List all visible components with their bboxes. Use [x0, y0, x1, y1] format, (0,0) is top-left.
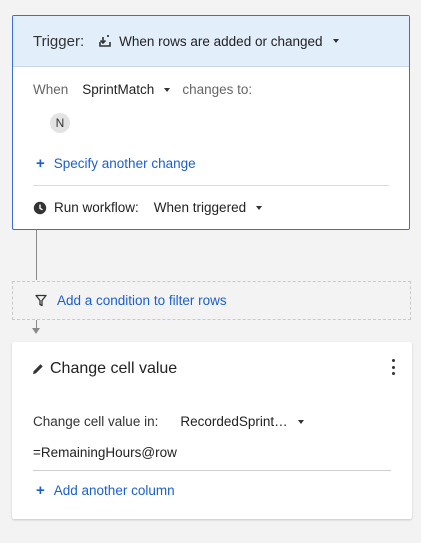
pencil-icon [33, 364, 43, 374]
chevron-down-icon [297, 419, 304, 424]
formula-input[interactable]: =RemainingHours@row [33, 445, 177, 460]
target-column-value: RecordedSprint… [180, 414, 288, 429]
specify-another-change-link[interactable]: + Specify another change [36, 156, 196, 171]
more-options-icon[interactable] [390, 359, 396, 375]
target-column-dropdown[interactable]: RecordedSprint… [180, 414, 304, 429]
filter-icon [35, 294, 47, 307]
action-title: Change cell value [50, 360, 178, 377]
arrow-down-icon [32, 328, 40, 334]
action-header: Change cell value [32, 360, 177, 378]
add-condition-button[interactable]: Add a condition to filter rows [12, 281, 411, 320]
action-card: Change cell value Change cell value in: … [12, 342, 412, 519]
trigger-card: Trigger: When rows are added or changed … [12, 15, 410, 230]
rows-added-icon [99, 35, 111, 47]
run-workflow-dropdown[interactable]: When triggered [153, 200, 263, 215]
run-workflow-value: When triggered [153, 200, 247, 215]
trigger-header: Trigger: When rows are added or changed [13, 16, 409, 67]
chevron-down-icon [332, 39, 339, 43]
connector-line [36, 230, 37, 280]
clock-icon [33, 201, 47, 214]
add-condition-label: Add a condition to filter rows [57, 293, 227, 308]
column-dropdown[interactable]: SprintMatch [82, 82, 171, 97]
plus-icon: + [36, 482, 45, 499]
add-column-label: Add another column [53, 483, 175, 498]
chevron-down-icon [256, 205, 263, 210]
trigger-type-dropdown[interactable]: When rows are added or changed [98, 33, 339, 49]
chevron-down-icon [164, 87, 171, 92]
plus-icon: + [36, 155, 45, 172]
when-label: When [33, 82, 69, 97]
changes-to-label: changes to: [182, 82, 253, 97]
input-underline [33, 470, 391, 471]
column-dropdown-label: SprintMatch [82, 82, 155, 97]
divider [33, 185, 389, 186]
trigger-title: Trigger: [33, 32, 85, 50]
when-row: When SprintMatch changes to: [33, 82, 252, 97]
change-cell-label: Change cell value in: [33, 414, 159, 429]
specify-link-label: Specify another change [53, 156, 196, 171]
run-workflow-row: Run workflow: When triggered [33, 200, 263, 215]
add-another-column-link[interactable]: + Add another column [36, 483, 175, 498]
value-chip[interactable]: N [50, 113, 70, 133]
trigger-type-label: When rows are added or changed [119, 33, 323, 49]
change-cell-row: Change cell value in: RecordedSprint… [33, 414, 304, 429]
run-workflow-label: Run workflow: [54, 200, 139, 215]
